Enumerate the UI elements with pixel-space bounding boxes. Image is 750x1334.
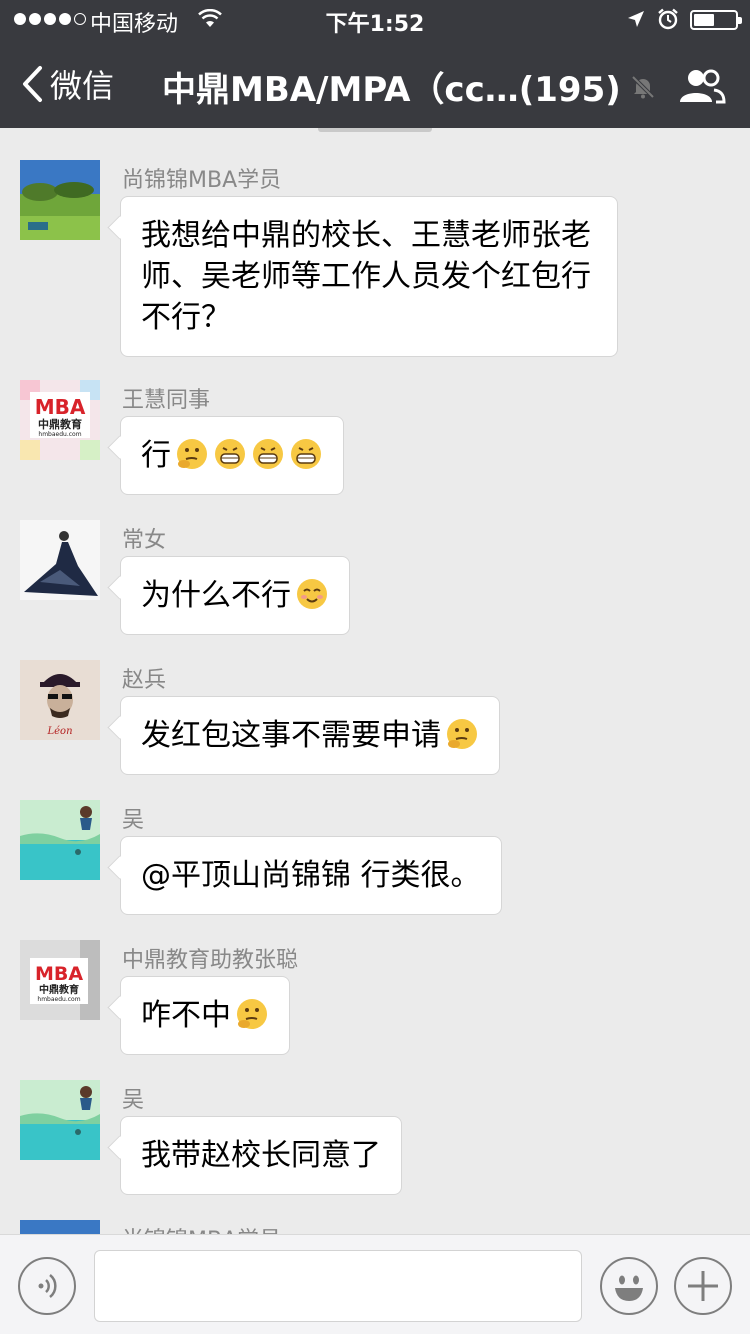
mba-logo-subtext: 中鼎教育	[39, 983, 79, 996]
grin-emoji-icon	[253, 439, 283, 469]
leon-logo-text: Léon	[46, 726, 72, 737]
message-bubble[interactable]: 发红包这事不需要申请	[120, 696, 500, 775]
message-text: 发红包这事不需要申请	[141, 718, 441, 753]
thinking-emoji-icon	[177, 439, 207, 469]
chat-title: 中鼎MBA/MPA（cc…(195)	[162, 70, 621, 110]
sender-name: 吴	[122, 808, 145, 833]
leon-portrait-avatar-image: Léon	[20, 660, 100, 740]
status-bar: 中国移动 下午1:52	[0, 0, 750, 40]
chat-list[interactable]: 尚锦锦MBA学员 我想给中鼎的校长、王慧老师张老师、吴老师等工作人员发个红包行不…	[0, 130, 750, 1234]
voice-icon	[38, 1274, 57, 1298]
thinking-emoji-icon	[237, 999, 267, 1029]
thinking-emoji-icon	[447, 719, 477, 749]
alarm-clock-icon	[658, 8, 678, 30]
battery-icon	[690, 10, 742, 30]
mba-logo-avatar-image: MBA 中鼎教育 hmbaedu.com	[20, 940, 100, 1020]
mba-logo-subtext: 中鼎教育	[38, 417, 82, 431]
location-arrow-icon	[628, 11, 644, 27]
avatar[interactable]	[20, 520, 100, 600]
blush-emoji-icon	[297, 579, 327, 609]
sender-name: 吴	[122, 1088, 145, 1113]
group-members-icon[interactable]	[678, 66, 726, 106]
avatar[interactable]	[20, 800, 100, 880]
message-text: 行	[141, 438, 171, 473]
sender-name: 赵兵	[122, 668, 167, 693]
message-bubble[interactable]: @平顶山尚锦锦 行类很。	[120, 836, 502, 915]
message-bubble[interactable]: 咋不中	[120, 976, 290, 1055]
gown-illustration-avatar-image	[20, 520, 100, 600]
landscape-avatar-image	[20, 160, 100, 240]
landscape-avatar-image	[20, 1220, 100, 1234]
mba-logo-url: hmbaedu.com	[37, 996, 80, 1003]
back-button[interactable]: 微信	[20, 62, 114, 106]
avatar[interactable]	[20, 1080, 100, 1160]
message-bubble[interactable]: 为什么不行	[120, 556, 350, 635]
message-bubble[interactable]: 行	[120, 416, 344, 495]
avatar[interactable]	[20, 1220, 100, 1234]
grin-emoji-icon	[291, 439, 321, 469]
mba-logo-text: MBA	[35, 963, 83, 985]
message-bubble[interactable]: 我想给中鼎的校长、王慧老师张老师、吴老师等工作人员发个红包行不行？	[120, 196, 618, 357]
emoji-button[interactable]	[600, 1257, 658, 1315]
grin-emoji-icon	[215, 439, 245, 469]
message-text: 我想给中鼎的校长、王慧老师张老师、吴老师等工作人员发个红包行不行？	[141, 218, 591, 335]
avatar[interactable]: Léon	[20, 660, 100, 740]
mba-logo-text: MBA	[35, 395, 86, 419]
nav-bar: 微信 中鼎MBA/MPA（cc…(195)	[0, 40, 750, 128]
plus-icon	[688, 1271, 718, 1301]
mba-logo-url: hmbaedu.com	[38, 431, 81, 438]
mute-bell-icon	[631, 75, 655, 99]
top-bar: 中国移动 下午1:52 微信 中鼎MBA/MPA（cc…(195)	[0, 0, 750, 128]
plus-button[interactable]	[674, 1257, 732, 1315]
sender-name: 尚锦锦MBA学员	[122, 1222, 281, 1234]
message-bubble[interactable]: 我带赵校长同意了	[120, 1116, 402, 1195]
mba-logo-avatar-image: MBA 中鼎教育 hmbaedu.com	[20, 380, 100, 460]
voice-button[interactable]	[18, 1257, 76, 1315]
sender-name: 中鼎教育助教张聪	[122, 948, 299, 973]
sender-name: 王慧同事	[122, 388, 211, 413]
sender-name: 尚锦锦MBA学员	[122, 168, 282, 193]
input-bar	[0, 1234, 750, 1334]
cartoon-girl-avatar-image	[20, 800, 100, 880]
sender-name: 常女	[122, 528, 167, 553]
emoji-smile-icon	[615, 1275, 643, 1301]
message-text: @平顶山尚锦锦 行类很。	[141, 858, 481, 893]
message-text: 咋不中	[141, 998, 231, 1033]
message-input[interactable]	[94, 1250, 582, 1322]
avatar[interactable]	[20, 160, 100, 240]
avatar[interactable]: MBA 中鼎教育 hmbaedu.com	[20, 380, 100, 460]
cartoon-girl-avatar-image	[20, 1080, 100, 1160]
message-text: 为什么不行	[141, 578, 291, 613]
chevron-left-icon	[23, 66, 42, 102]
back-label: 微信	[50, 67, 115, 105]
message-text: 我带赵校长同意了	[141, 1138, 381, 1173]
avatar[interactable]: MBA 中鼎教育 hmbaedu.com	[20, 940, 100, 1020]
